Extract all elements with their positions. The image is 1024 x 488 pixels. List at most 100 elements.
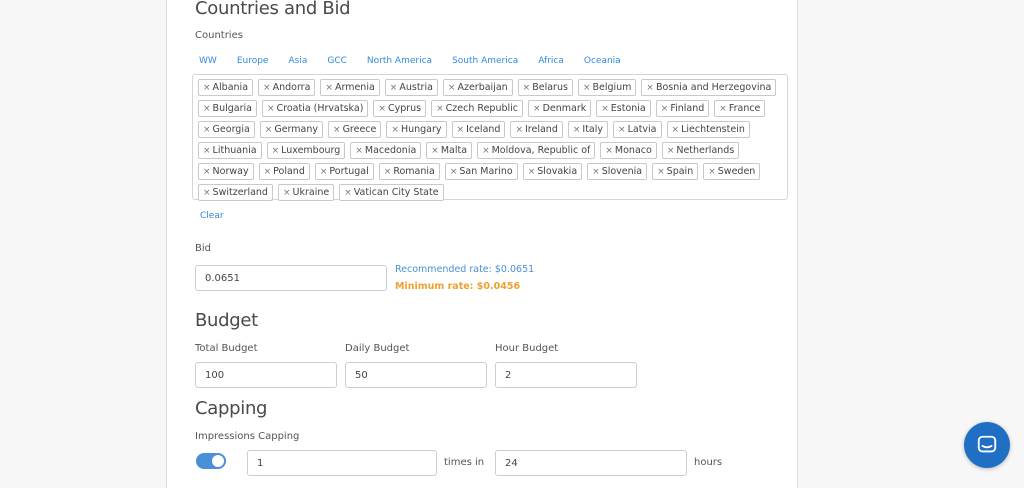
remove-tag-icon[interactable]: × <box>431 146 439 156</box>
region-tab-gcc[interactable]: GCC <box>315 56 355 66</box>
country-tag-label: Hungary <box>400 124 442 135</box>
remove-tag-icon[interactable]: × <box>592 167 600 177</box>
country-tag: × Poland <box>258 163 310 180</box>
remove-tag-icon[interactable]: × <box>661 104 669 114</box>
remove-tag-icon[interactable]: × <box>482 146 490 156</box>
country-tag: × Moldova, Republic of <box>477 142 596 159</box>
remove-tag-icon[interactable]: × <box>355 146 363 156</box>
region-tab-ww[interactable]: WW <box>191 56 225 66</box>
remove-tag-icon[interactable]: × <box>378 104 386 114</box>
country-tag: × Netherlands <box>661 142 740 159</box>
remove-tag-icon[interactable]: × <box>265 125 273 135</box>
country-tag-label: Romania <box>393 166 435 177</box>
region-tab-north-america[interactable]: North America <box>355 56 440 66</box>
country-tag: × Albania <box>198 79 254 96</box>
remove-tag-icon[interactable]: × <box>672 125 680 135</box>
countries-multiselect[interactable]: × Albania × Andorra × Armenia × Austria × Azerbai… <box>192 74 788 201</box>
remove-tag-icon[interactable]: × <box>320 167 328 177</box>
country-tag: × Iceland <box>451 121 506 138</box>
chat-bubble-icon <box>977 435 997 453</box>
remove-tag-icon[interactable]: × <box>448 83 456 93</box>
remove-tag-icon[interactable]: × <box>391 125 399 135</box>
daily-budget-input[interactable]: 50 <box>345 362 487 388</box>
country-tag-label: Armenia <box>334 82 375 93</box>
region-tab-asia[interactable]: Asia <box>276 56 315 66</box>
remove-tag-icon[interactable]: × <box>533 104 541 114</box>
country-tag-label: Ireland <box>525 124 558 135</box>
country-tag: × France <box>714 100 766 117</box>
remove-tag-icon[interactable]: × <box>264 167 272 177</box>
remove-tag-icon[interactable]: × <box>719 104 727 114</box>
remove-tag-icon[interactable]: × <box>457 125 465 135</box>
remove-tag-icon[interactable]: × <box>333 125 341 135</box>
remove-tag-icon[interactable]: × <box>667 146 675 156</box>
remove-tag-icon[interactable]: × <box>267 104 275 114</box>
remove-tag-icon[interactable]: × <box>657 167 665 177</box>
chat-launcher-button[interactable] <box>964 422 1010 468</box>
remove-tag-icon[interactable]: × <box>325 83 333 93</box>
country-tag: × Slovakia <box>522 163 583 180</box>
campaign-form-panel: Countries and Bid Countries WW Europe As… <box>166 0 798 488</box>
remove-tag-icon[interactable]: × <box>203 125 211 135</box>
bid-input[interactable]: 0.0651 <box>195 265 387 291</box>
country-tag-label: Malta <box>440 145 468 156</box>
country-tag-label: Georgia <box>212 124 250 135</box>
country-tag-label: Bosnia and Herzegovina <box>655 82 772 93</box>
capping-heading: Capping <box>195 398 268 419</box>
clear-countries-link[interactable]: Clear <box>200 211 224 221</box>
remove-tag-icon[interactable]: × <box>390 83 398 93</box>
remove-tag-icon[interactable]: × <box>203 146 211 156</box>
country-tag: × Estonia <box>596 100 651 117</box>
capping-hours-input[interactable]: 24 <box>495 450 687 476</box>
capping-times-input[interactable]: 1 <box>247 450 437 476</box>
country-tag-label: Poland <box>273 166 305 177</box>
remove-tag-icon[interactable]: × <box>523 83 531 93</box>
country-tag-label: Ukraine <box>292 187 330 198</box>
bid-label: Bid <box>195 243 211 254</box>
country-tag: × San Marino <box>444 163 518 180</box>
daily-budget-label: Daily Budget <box>345 343 410 354</box>
remove-tag-icon[interactable]: × <box>384 167 392 177</box>
country-tag-label: Norway <box>212 166 249 177</box>
remove-tag-icon[interactable]: × <box>601 104 609 114</box>
region-tab-africa[interactable]: Africa <box>526 56 572 66</box>
country-tag-label: San Marino <box>459 166 513 177</box>
country-tag-label: Azerbaijan <box>457 82 508 93</box>
remove-tag-icon[interactable]: × <box>272 146 280 156</box>
remove-tag-icon[interactable]: × <box>203 104 211 114</box>
region-tab-europe[interactable]: Europe <box>225 56 277 66</box>
region-tab-south-america[interactable]: South America <box>440 56 526 66</box>
country-tag: × Hungary <box>386 121 447 138</box>
remove-tag-icon[interactable]: × <box>450 167 458 177</box>
remove-tag-icon[interactable]: × <box>583 83 591 93</box>
remove-tag-icon[interactable]: × <box>283 188 291 198</box>
remove-tag-icon[interactable]: × <box>528 167 536 177</box>
country-tag-label: Iceland <box>466 124 501 135</box>
remove-tag-icon[interactable]: × <box>573 125 581 135</box>
remove-tag-icon[interactable]: × <box>708 167 716 177</box>
remove-tag-icon[interactable]: × <box>263 83 271 93</box>
remove-tag-icon[interactable]: × <box>605 146 613 156</box>
total-budget-input[interactable]: 100 <box>195 362 337 388</box>
remove-tag-icon[interactable]: × <box>515 125 523 135</box>
country-tag: × Austria <box>384 79 438 96</box>
remove-tag-icon[interactable]: × <box>344 188 352 198</box>
remove-tag-icon[interactable]: × <box>203 167 211 177</box>
minimum-rate-text: Minimum rate: $0.0456 <box>395 281 521 292</box>
country-tag-label: Spain <box>666 166 694 177</box>
remove-tag-icon[interactable]: × <box>203 188 211 198</box>
country-tag: × Slovenia <box>587 163 648 180</box>
hour-budget-input[interactable]: 2 <box>495 362 637 388</box>
remove-tag-icon[interactable]: × <box>203 83 211 93</box>
region-tab-oceania[interactable]: Oceania <box>572 56 629 66</box>
hour-budget-label: Hour Budget <box>495 343 559 354</box>
country-tag-label: France <box>728 103 761 114</box>
countries-and-bid-heading: Countries and Bid <box>195 0 351 19</box>
remove-tag-icon[interactable]: × <box>618 125 626 135</box>
country-tag: × Bosnia and Herzegovina <box>641 79 777 96</box>
region-tabs: WW Europe Asia GCC North America South A… <box>191 56 629 66</box>
impressions-capping-toggle[interactable] <box>196 453 226 469</box>
country-tag-label: Portugal <box>329 166 369 177</box>
remove-tag-icon[interactable]: × <box>436 104 444 114</box>
remove-tag-icon[interactable]: × <box>646 83 654 93</box>
